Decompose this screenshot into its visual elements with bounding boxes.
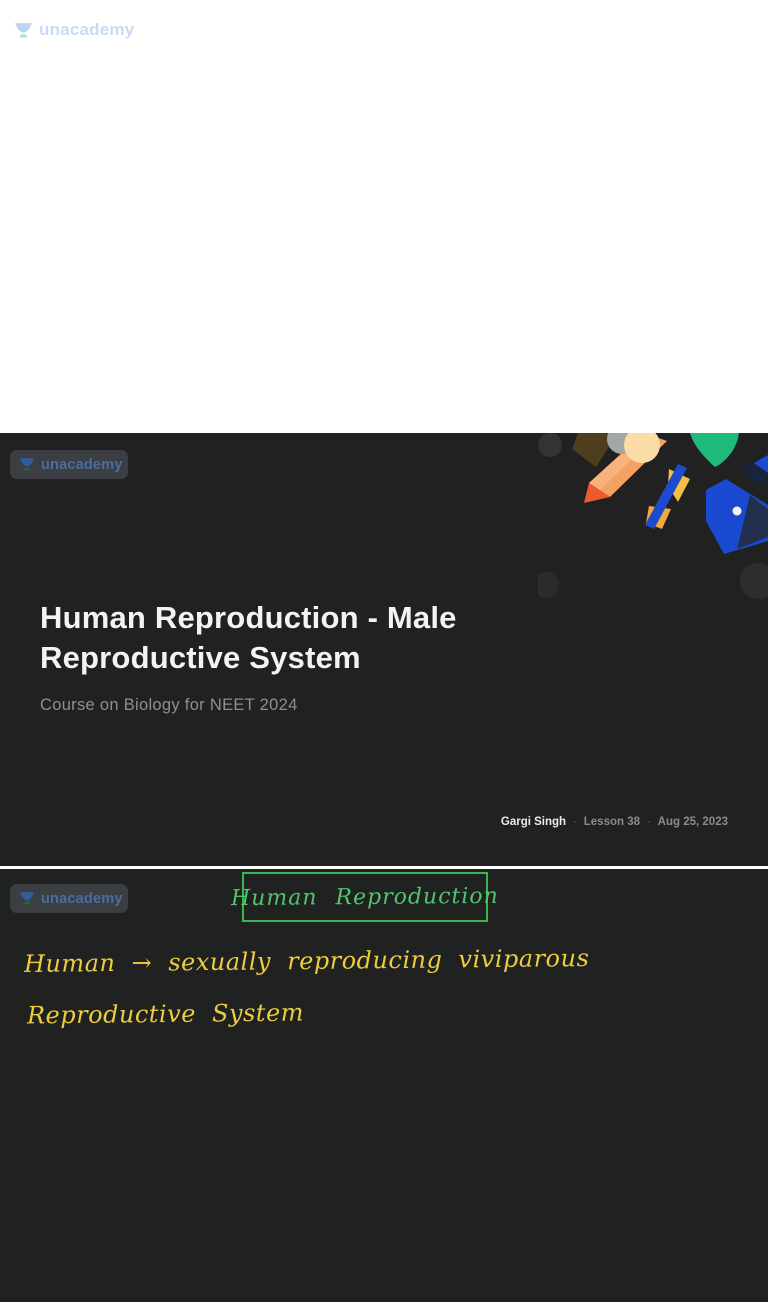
unacademy-logo: unacademy xyxy=(10,884,128,913)
lesson-number: Lesson 38 xyxy=(583,816,640,828)
lesson-meta: Gargi Singh · Lesson 38 · Aug 25, 2023 xyxy=(501,816,728,828)
handwritten-note-line1: Human → sexually reproducing viviparous xyxy=(23,944,590,978)
decorative-stationery-art xyxy=(538,433,768,599)
unacademy-wordmark: unacademy xyxy=(41,456,123,473)
handwritten-note-line2: Reproductive System xyxy=(26,998,305,1030)
course-subtitle: Course on Biology for NEET 2024 xyxy=(40,696,298,714)
bowtie-icon xyxy=(645,464,690,529)
pen-nib-icon xyxy=(706,455,768,554)
slide-2-title: unacademy Human Reproduction - Male Repr… xyxy=(0,433,768,866)
unacademy-logo-icon xyxy=(19,892,35,905)
meta-separator-dot: · xyxy=(573,816,577,828)
meta-separator-dot: · xyxy=(647,816,651,828)
slide-1-blank: unacademy xyxy=(0,0,768,433)
lesson-title-line2: Reproductive System xyxy=(40,640,361,675)
lesson-date: Aug 25, 2023 xyxy=(657,816,728,828)
educator-name: Gargi Singh xyxy=(500,816,567,828)
lesson-title: Human Reproduction - Male Reproductive S… xyxy=(40,598,600,678)
leaf-icon xyxy=(690,433,739,467)
lesson-title-line1: Human Reproduction - Male xyxy=(40,600,457,635)
unacademy-wordmark: unacademy xyxy=(39,20,135,39)
unacademy-logo: unacademy xyxy=(14,20,134,40)
unacademy-logo-icon xyxy=(15,22,32,37)
boxed-heading-text: Human Reproduction xyxy=(231,883,500,911)
boxed-heading: Human Reproduction xyxy=(231,872,499,922)
unacademy-logo: unacademy xyxy=(10,450,128,479)
unacademy-logo-icon xyxy=(19,458,35,471)
unacademy-wordmark: unacademy xyxy=(41,890,123,907)
document-page: { "brand": { "wordmark": "unacademy" }, … xyxy=(0,0,768,1302)
slide-3-notes: unacademy Human Reproduction Human → sex… xyxy=(0,869,768,1302)
